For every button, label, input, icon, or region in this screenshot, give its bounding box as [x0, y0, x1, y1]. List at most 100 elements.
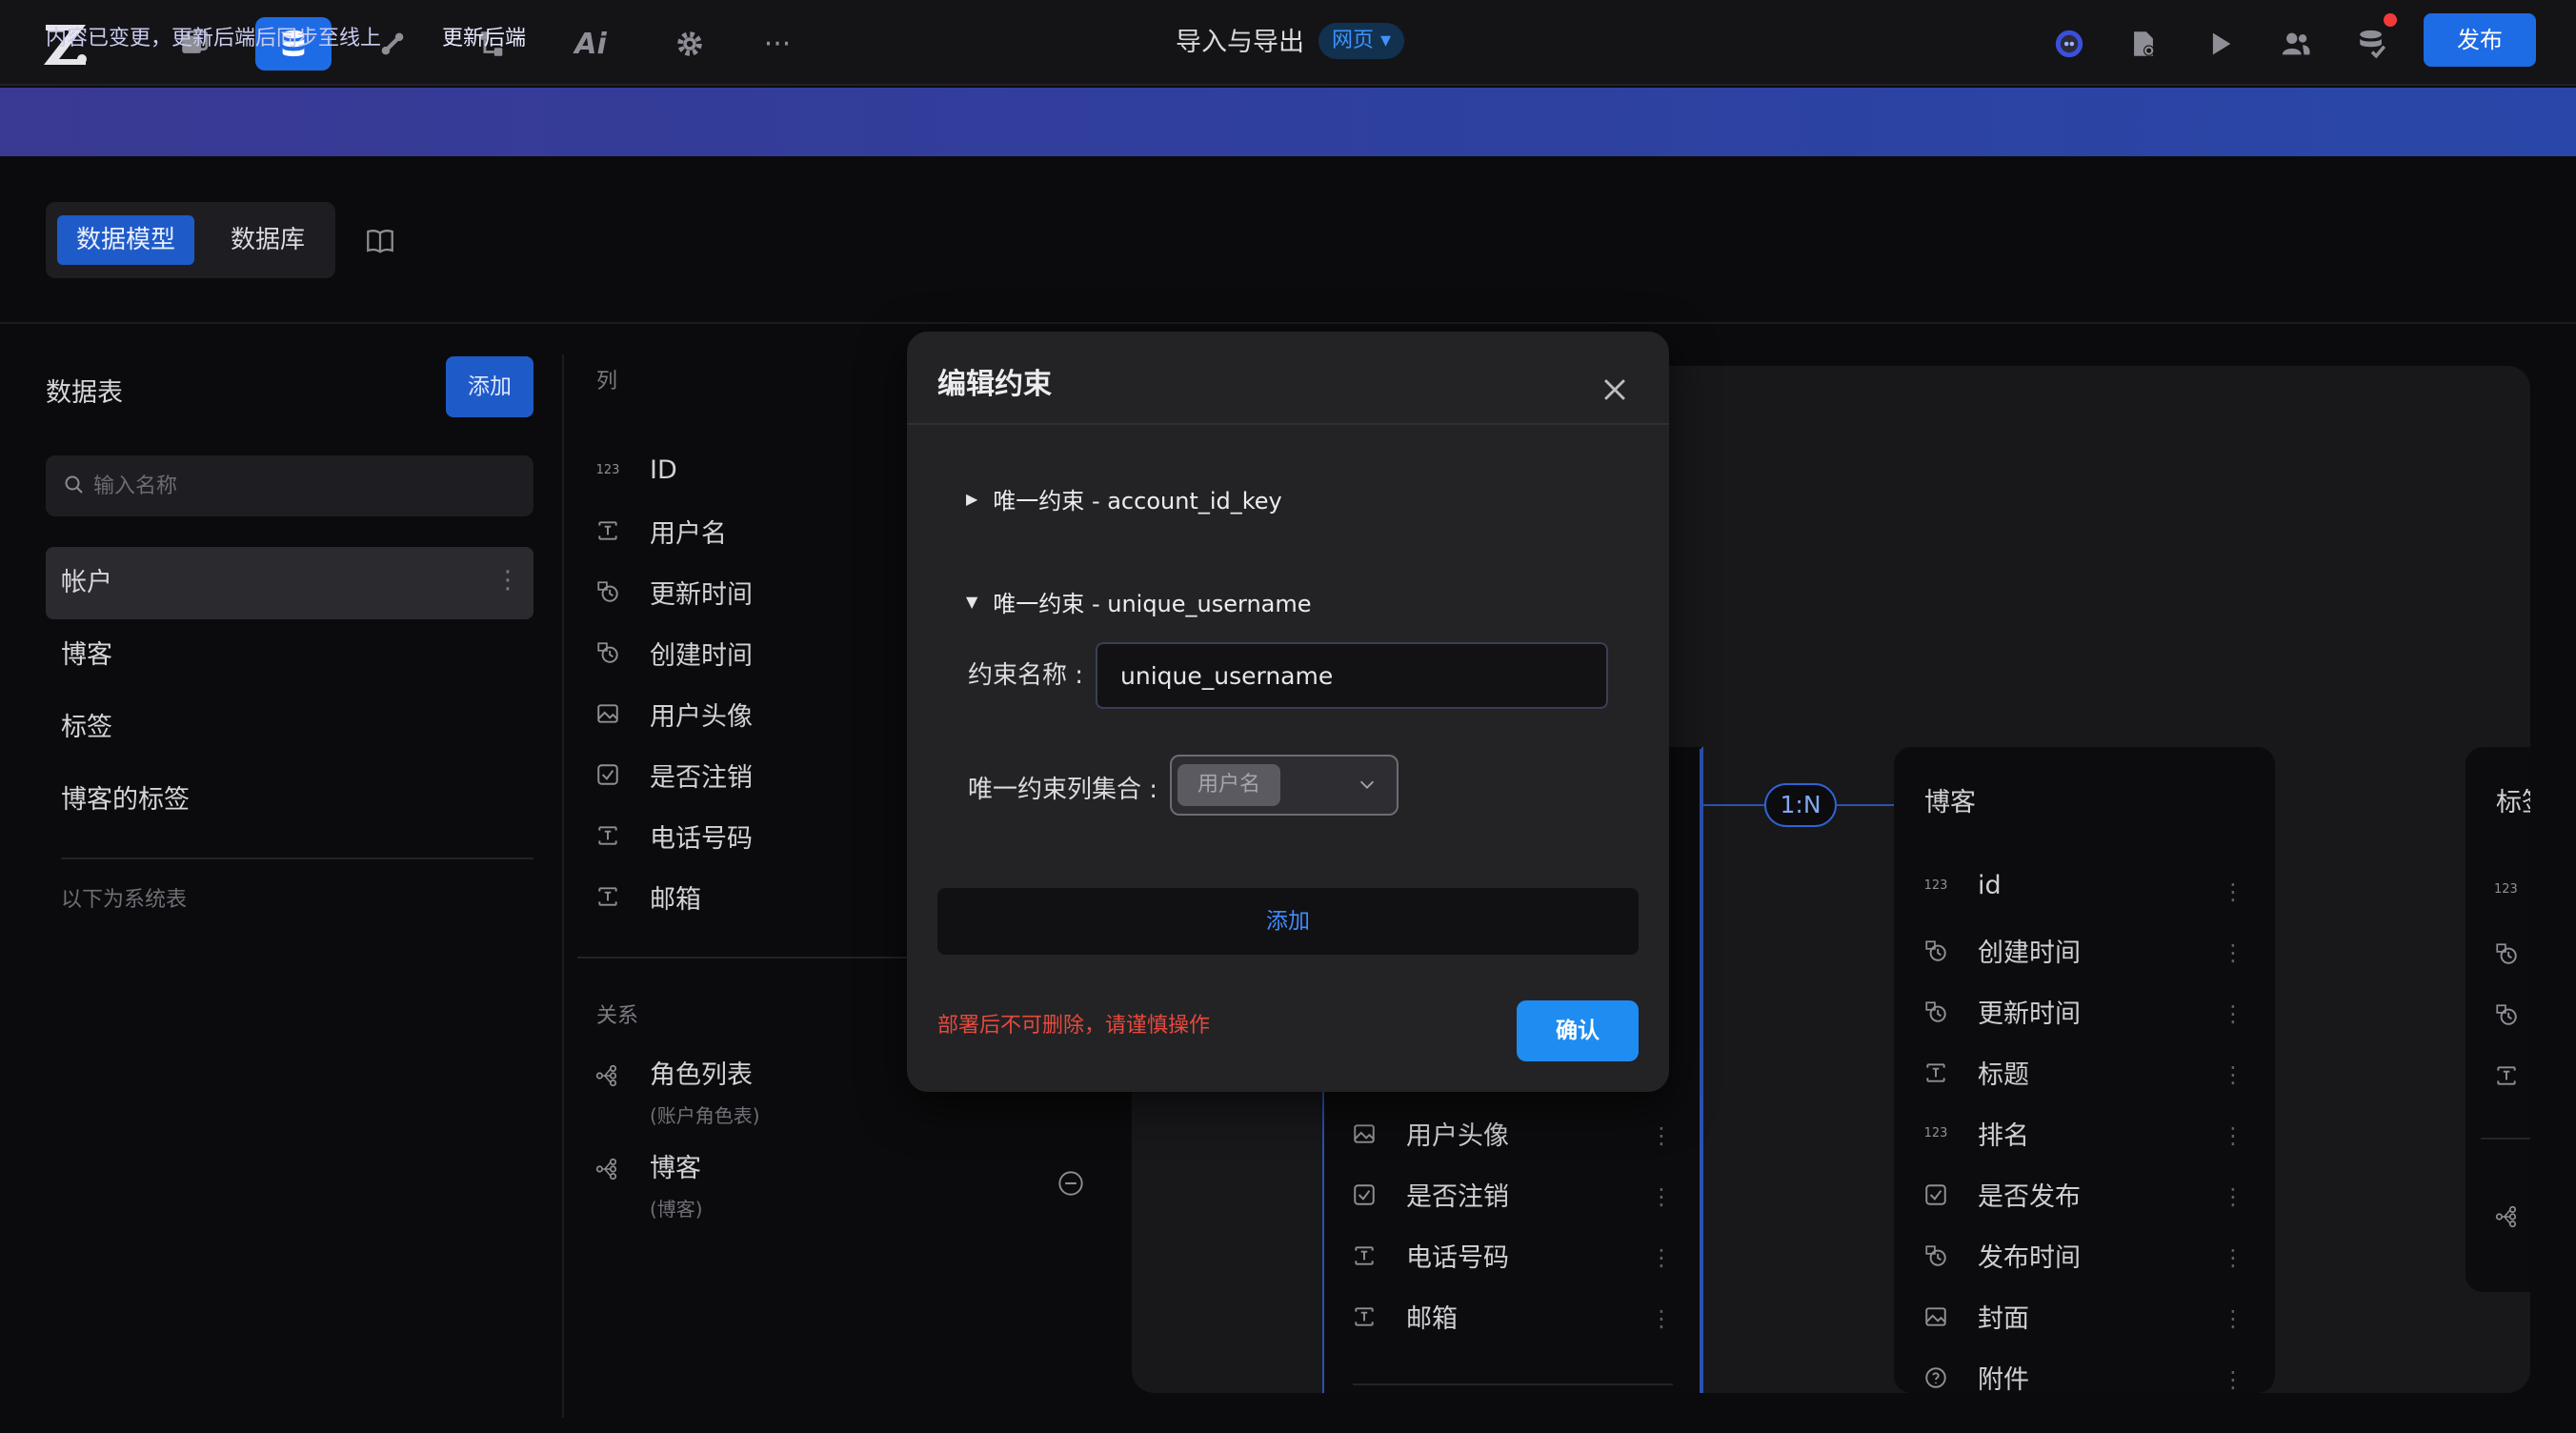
add-table-button[interactable]: 添加: [446, 356, 533, 417]
er-column-row[interactable]: 123 id: [1922, 871, 2002, 900]
er-column-row[interactable]: 是否发布: [1922, 1176, 2081, 1213]
update-backend-link[interactable]: 更新后端: [442, 21, 526, 51]
relation-name: 角色列表: [650, 1060, 753, 1090]
er-column-row[interactable]: 电话号码: [1351, 1237, 1509, 1274]
text-type-icon: [594, 822, 621, 849]
image-type-icon: [1351, 1120, 1378, 1147]
preview-play-icon[interactable]: [2193, 17, 2246, 71]
column-name: 创建时间: [650, 640, 753, 671]
er-column-name: 邮箱: [1406, 1304, 1458, 1334]
publish-button[interactable]: 发布: [2424, 13, 2536, 67]
table-item-blog-tag[interactable]: 博客的标签: [46, 764, 533, 837]
er-column-name: 更新时间: [1978, 999, 2081, 1029]
column-name: 邮箱: [650, 884, 701, 915]
number-type-icon: 123: [595, 462, 620, 477]
row-menu-kebab-icon[interactable]: ⋮: [1650, 1122, 1673, 1149]
chevron-down-icon: [1357, 774, 1378, 795]
er-column-row[interactable]: 邮箱: [1351, 1298, 1458, 1335]
edit-constraint-dialog: [907, 332, 1669, 1092]
er-column-name: 排名: [1978, 1121, 2029, 1151]
table-item-tag[interactable]: 标签: [46, 692, 533, 764]
row-menu-kebab-icon[interactable]: ⋮: [2222, 1183, 2244, 1210]
doc-settings-icon[interactable]: [2117, 17, 2170, 71]
er-column-name: 标题: [1978, 1060, 2029, 1090]
assistant-avatar-icon[interactable]: [2043, 17, 2096, 71]
er-column-row[interactable]: 是否注销: [1351, 1176, 1509, 1213]
row-menu-kebab-icon[interactable]: ⋮: [2222, 1366, 2244, 1393]
column-row[interactable]: 123 ID: [594, 446, 677, 494]
text-type-icon: [2494, 1063, 2519, 1088]
columns-heading: 列: [596, 370, 618, 394]
table-search-input[interactable]: [46, 455, 533, 516]
er-column-row[interactable]: 123 排名: [1922, 1115, 2029, 1152]
banner-message: 内容已变更，更新后端后同步至线上: [46, 27, 382, 50]
row-menu-kebab-icon[interactable]: ⋮: [2222, 1000, 2244, 1027]
er-column-row[interactable]: 发布时间: [1922, 1237, 2081, 1274]
more-icon[interactable]: ···: [751, 17, 804, 71]
tab-database[interactable]: 数据库: [215, 215, 320, 265]
er-column-row[interactable]: 用户头像: [1351, 1115, 1509, 1152]
constraint-name-input[interactable]: [1096, 642, 1608, 709]
column-row[interactable]: 用户名: [594, 507, 727, 555]
column-name: 电话号码: [650, 823, 753, 854]
book-icon[interactable]: [364, 225, 396, 257]
selected-column-tag[interactable]: 用户名: [1177, 764, 1280, 806]
er-column-row[interactable]: 标题: [1922, 1054, 2029, 1091]
constraint-title: 唯一约束 - account_id_key: [993, 488, 1282, 515]
er-column-name: 发布时间: [1978, 1243, 2081, 1273]
confirm-button[interactable]: 确认: [1517, 1000, 1639, 1061]
er-column-name: 附件: [1978, 1365, 2029, 1395]
row-menu-kebab-icon[interactable]: ⋮: [2222, 939, 2244, 966]
er-column-row[interactable]: 封面: [1922, 1298, 2029, 1335]
er-column-name: id: [1978, 871, 2002, 900]
relation-row[interactable]: 角色列表 (账户角色表): [594, 1054, 760, 1128]
er-column-name: 用户头像: [1406, 1121, 1509, 1151]
constraint-accordion-2[interactable]: ▼ 唯一约束 - unique_username: [966, 585, 1312, 618]
env-selector[interactable]: 网页 ▾: [1318, 23, 1405, 59]
connector-line: [1700, 749, 1701, 1393]
relation-cardinality-label[interactable]: 1:N: [1764, 783, 1837, 827]
ai-icon[interactable]: Ai: [564, 17, 617, 71]
column-row[interactable]: 用户头像: [594, 690, 753, 737]
column-row[interactable]: 邮箱: [594, 873, 701, 920]
row-menu-kebab-icon[interactable]: ⋮: [1650, 1183, 1673, 1210]
divider: [0, 322, 2576, 324]
column-name: 是否注销: [650, 762, 753, 793]
settings-gear-icon[interactable]: [663, 17, 716, 71]
row-menu-kebab-icon[interactable]: ⋮: [2222, 1122, 2244, 1149]
table-item-blog[interactable]: 博客: [46, 619, 533, 692]
column-row[interactable]: 创建时间: [594, 629, 753, 676]
row-menu-kebab-icon[interactable]: ⋮: [1650, 1305, 1673, 1332]
image-type-icon: [594, 700, 621, 727]
er-column-row[interactable]: 更新时间: [1922, 993, 2081, 1030]
search-icon: [63, 474, 86, 496]
remove-relation-icon[interactable]: [1057, 1170, 1084, 1197]
row-menu-kebab-icon[interactable]: ⋮: [1650, 1244, 1673, 1271]
column-row[interactable]: 是否注销: [594, 751, 753, 798]
row-menu-kebab-icon[interactable]: ⋮: [2222, 1244, 2244, 1271]
datetime-type-icon: [594, 578, 621, 605]
er-column-name: 创建时间: [1978, 939, 2081, 968]
relation-icon: [594, 1157, 621, 1183]
tables-heading: 数据表: [46, 378, 123, 408]
row-menu-kebab-icon[interactable]: ⋮: [2222, 1305, 2244, 1332]
divider: [562, 354, 564, 1418]
tab-data-model[interactable]: 数据模型: [57, 215, 194, 265]
datetime-type-icon: [2494, 941, 2519, 966]
page-title[interactable]: 导入与导出: [1176, 23, 1304, 63]
row-menu-kebab-icon[interactable]: ⋮: [2222, 1061, 2244, 1088]
table-item-account[interactable]: 帐户: [46, 547, 533, 619]
divider: [1353, 1383, 1673, 1385]
add-constraint-button[interactable]: 添加: [937, 888, 1639, 955]
er-column-row[interactable]: 附件: [1922, 1359, 2029, 1396]
column-row[interactable]: 更新时间: [594, 568, 753, 616]
relation-row[interactable]: 博客 (博客): [594, 1147, 703, 1221]
users-icon[interactable]: [2269, 17, 2323, 71]
table-menu-kebab-icon[interactable]: ⋮: [495, 566, 520, 595]
connector-line: [1701, 804, 1764, 806]
constraint-accordion-1[interactable]: ▶ 唯一约束 - account_id_key: [966, 482, 1282, 515]
er-column-row[interactable]: 创建时间: [1922, 932, 2081, 969]
row-menu-kebab-icon[interactable]: ⋮: [2222, 878, 2244, 905]
column-row[interactable]: 电话号码: [594, 812, 753, 859]
close-icon[interactable]: [1599, 373, 1631, 406]
